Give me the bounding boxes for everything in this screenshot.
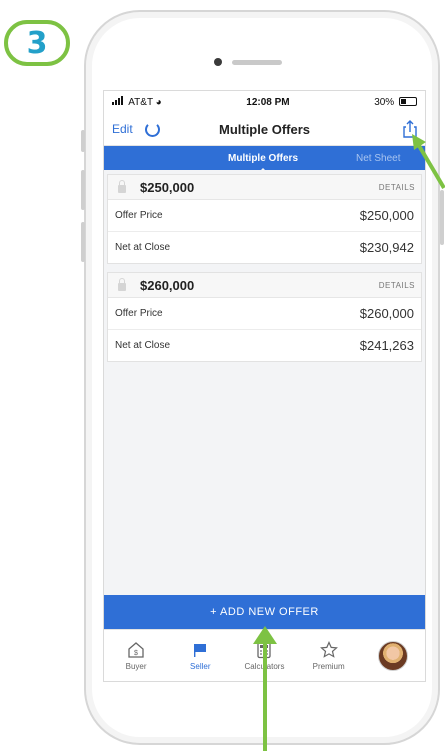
earpiece-speaker [232,60,282,65]
lock-icon [118,180,126,193]
front-camera [214,58,222,66]
row-label: Offer Price [115,210,163,221]
carrier-label: AT&T [128,97,153,108]
wifi-icon: ◕ [155,97,162,108]
battery-percent: 30% [374,96,395,108]
row-label: Net at Close [115,242,171,253]
offer-price-row: Offer Price $260,000 [108,298,421,330]
phone-mute-switch [81,130,85,152]
battery-icon [398,97,417,107]
net-at-close-row: Net at Close $230,942 [108,232,421,263]
tab-seller[interactable]: Seller [172,641,228,671]
net-at-close-row: Net at Close $241,263 [108,330,421,361]
nav-bar: Edit Multiple Offers [104,113,425,146]
clock: 12:08 PM [246,96,290,108]
offer-card: $250,000 DETAILS Offer Price $250,000 Ne… [107,174,422,264]
carrier-group: AT&T ◕ [112,96,162,108]
offer-header: $260,000 DETAILS [108,273,421,298]
offers-list: $250,000 DETAILS Offer Price $250,000 Ne… [104,170,425,362]
row-label: Net at Close [115,340,171,351]
status-bar: AT&T ◕ 12:08 PM 30% [104,91,425,113]
offer-price-row: Offer Price $250,000 [108,200,421,232]
arrow-to-share-icon [412,134,445,190]
tab-profile[interactable] [365,641,421,671]
step-number-badge: 3 [4,20,70,66]
row-label: Offer Price [115,308,163,319]
tab-net-sheet[interactable]: Net Sheet [356,153,400,164]
lock-icon [118,278,126,291]
tab-multiple-offers[interactable]: Multiple Offers [228,153,298,172]
phone-power-button [440,190,444,245]
phone-volume-down [81,222,85,262]
tab-label: Premium [312,662,345,671]
details-button[interactable]: DETAILS [379,281,415,290]
phone-volume-up [81,170,85,210]
house-icon: $ [128,642,144,658]
tab-premium[interactable]: Premium [301,641,357,671]
row-value: $260,000 [359,306,414,321]
step-number: 3 [26,25,48,61]
tab-label: Seller [190,662,211,671]
row-value: $250,000 [359,208,414,223]
row-value: $241,263 [359,338,414,353]
offer-amount: $260,000 [140,277,195,293]
segment-control: Multiple Offers Net Sheet [104,146,425,172]
signal-icon [112,96,123,105]
row-value: $230,942 [359,240,414,255]
refresh-icon[interactable] [144,121,160,137]
tab-buyer[interactable]: $ Buyer [108,641,164,671]
flag-icon [194,644,207,657]
profile-avatar [377,641,408,671]
edit-button[interactable]: Edit [112,122,133,136]
star-icon [319,641,338,658]
offer-amount: $250,000 [140,179,195,195]
offer-header: $250,000 DETAILS [108,175,421,200]
tab-label: Buyer [125,662,147,671]
app-screen: AT&T ◕ 12:08 PM 30% Edit Multiple Offers… [103,90,426,682]
offer-card: $260,000 DETAILS Offer Price $260,000 Ne… [107,272,422,362]
battery-group: 30% [374,97,417,108]
svg-text:$: $ [134,650,138,657]
arrow-to-add-offer-button [253,626,277,751]
